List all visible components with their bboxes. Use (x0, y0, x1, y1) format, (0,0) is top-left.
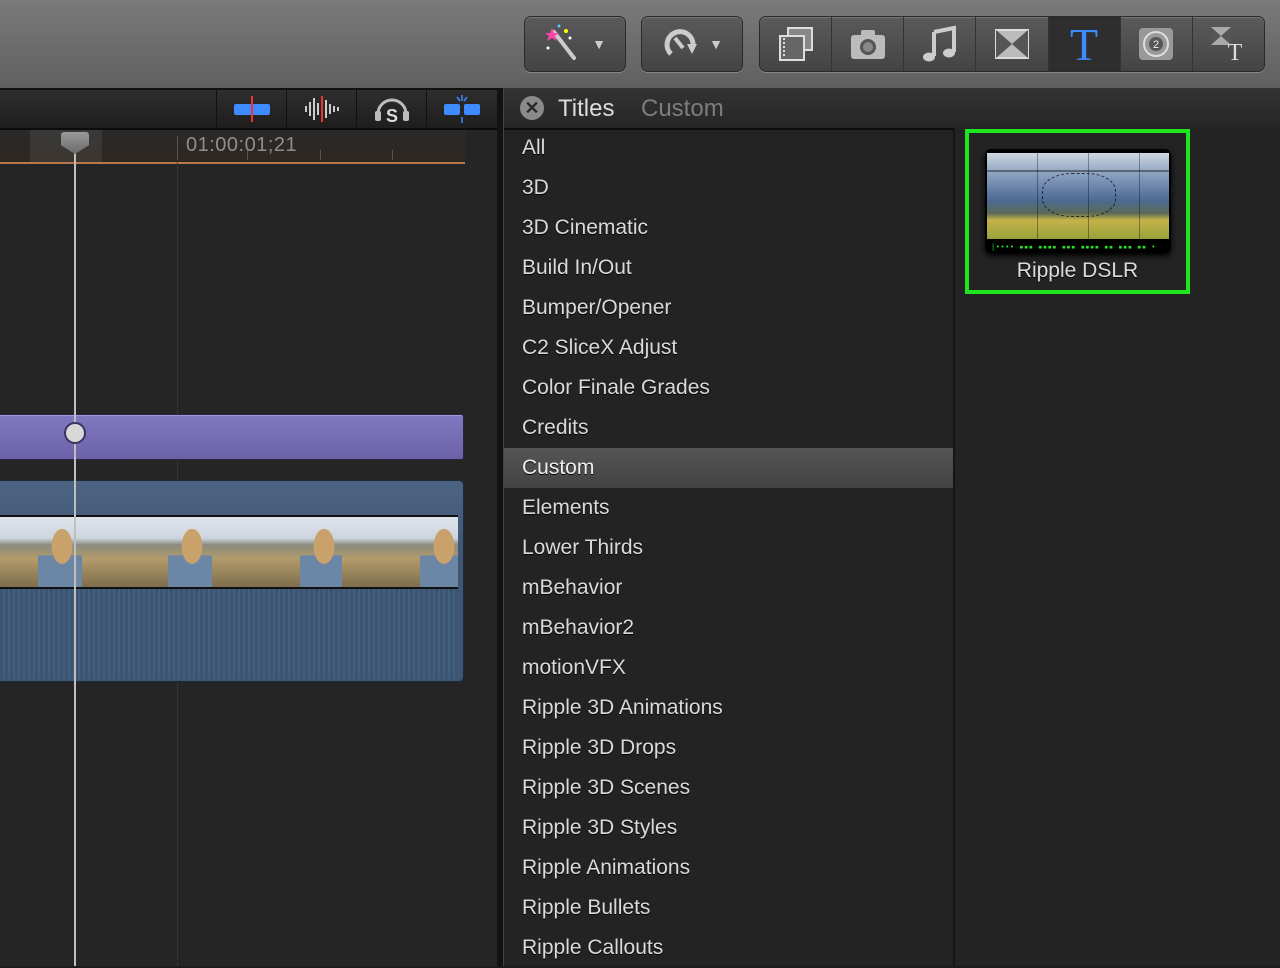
browser-breadcrumb: Custom (641, 95, 724, 122)
title-item-ripple-dslr[interactable]: |•••• ▪▪▪ ▪▪▪▪ ▪▪▪ ▪▪▪▪ ▪▪ ▪▪▪ ▪▪ • Ripp… (965, 129, 1190, 294)
filmstrip-frame (82, 517, 148, 587)
retime-group: ▼ (641, 16, 743, 72)
category-item[interactable]: C2 SliceX Adjust (504, 328, 953, 368)
video-filmstrip (0, 515, 458, 589)
ruler-tick (177, 136, 178, 160)
category-item[interactable]: 3D (504, 168, 953, 208)
audio-waveform (0, 589, 458, 679)
thumbnail-image (987, 153, 1169, 239)
focus-target-graphic (1042, 173, 1116, 217)
snapping-toggle[interactable] (426, 90, 497, 128)
browser-title: Titles (558, 95, 615, 122)
titles-browser-button[interactable]: T (1048, 17, 1121, 71)
playhead-line[interactable] (74, 150, 76, 966)
svg-text:T: T (1070, 22, 1098, 66)
transitions-browser-button[interactable] (976, 17, 1049, 71)
title-item-label: Ripple DSLR (1016, 259, 1139, 282)
music-browser-button[interactable] (904, 17, 977, 71)
category-item[interactable]: All (504, 128, 953, 168)
enhance-group: ▼ (524, 16, 626, 72)
transitions-browser-icon (994, 29, 1029, 59)
category-item[interactable]: Ripple 3D Drops (504, 728, 953, 768)
media-browser-button[interactable] (760, 17, 833, 71)
category-item[interactable]: Lower Thirds (504, 528, 953, 568)
enhance-button[interactable]: ▼ (525, 17, 625, 71)
audio-skimming-icon (305, 96, 339, 122)
ruler-timecode: 01:00:01;21 (186, 134, 298, 156)
top-toolbar: ▼ ▼ T 2 T (0, 0, 1280, 90)
audio-skimming-toggle[interactable] (286, 90, 357, 128)
filmstrip-frame (16, 517, 86, 587)
category-item[interactable]: Elements (504, 488, 953, 528)
skimming-icon (234, 96, 270, 122)
retime-button[interactable]: ▼ (642, 17, 742, 71)
filmstrip-frame (212, 517, 278, 587)
ruler-tick (392, 150, 393, 160)
browser-header: ✕ Titles Custom (504, 88, 1280, 130)
category-list: All 3D 3D Cinematic Build In/Out Bumper/Open… (504, 128, 955, 966)
solo-icon: S (375, 98, 409, 124)
enhance-menu-caret[interactable]: ▼ (592, 36, 606, 52)
solo-toggle[interactable]: S (356, 90, 427, 128)
generators-browser-icon: 2 (1139, 28, 1174, 60)
category-item[interactable]: motionVFX (504, 648, 953, 688)
timeline-panel: S 01:00:01;21 (0, 90, 497, 966)
category-item[interactable]: Ripple Callouts (504, 928, 953, 968)
generators-browser-button[interactable]: 2 (1121, 17, 1193, 71)
timeline-header: S (0, 90, 497, 130)
media-browser-icon (778, 27, 813, 61)
category-item[interactable]: Ripple 3D Styles (504, 808, 953, 848)
skimming-toggle[interactable] (216, 90, 287, 128)
close-icon[interactable]: ✕ (520, 96, 544, 120)
retime-menu-caret[interactable]: ▼ (709, 36, 723, 52)
filmstrip-frame (278, 517, 348, 587)
magic-wand-icon (545, 24, 577, 60)
category-item[interactable]: Ripple 3D Animations (504, 688, 953, 728)
category-item[interactable]: Credits (504, 408, 953, 448)
svg-text:T: T (1228, 40, 1243, 64)
themes-browser-button[interactable]: T (1193, 17, 1264, 71)
thumbnail-ticker: |•••• ▪▪▪ ▪▪▪▪ ▪▪▪ ▪▪▪▪ ▪▪ ▪▪▪ ▪▪ • (991, 243, 1157, 251)
category-item[interactable]: Ripple 3D Scenes (504, 768, 953, 808)
category-item[interactable]: Custom (504, 448, 953, 488)
filmstrip-frame (408, 517, 458, 587)
title-thumbnails: |•••• ▪▪▪ ▪▪▪▪ ▪▪▪ ▪▪▪▪ ▪▪ ▪▪▪ ▪▪ • Ripp… (955, 128, 1280, 966)
category-item[interactable]: Color Finale Grades (504, 368, 953, 408)
category-item[interactable]: mBehavior (504, 568, 953, 608)
category-item[interactable]: mBehavior2 (504, 608, 953, 648)
themes-browser-icon: T (1211, 27, 1243, 64)
category-item[interactable]: Ripple Animations (504, 848, 953, 888)
svg-text:S: S (386, 106, 398, 124)
category-item[interactable]: 3D Cinematic (504, 208, 953, 248)
filmstrip-frame (148, 517, 216, 587)
filmstrip-frame (0, 517, 16, 587)
titles-browser: ✕ Titles Custom All 3D 3D Cinematic Build I… (503, 88, 1280, 966)
ruler-tick (320, 150, 321, 160)
filmstrip-frame (342, 517, 408, 587)
titles-browser-icon: T (1070, 22, 1098, 66)
photo-browser-button[interactable] (832, 17, 905, 71)
photo-browser-icon (850, 30, 885, 59)
video-clip[interactable] (0, 480, 464, 682)
snapping-icon (444, 95, 480, 123)
category-item[interactable]: Ripple Bullets (504, 888, 953, 928)
category-item[interactable]: Bumper/Opener (504, 288, 953, 328)
retime-icon (664, 29, 698, 56)
title-thumbnail: |•••• ▪▪▪ ▪▪▪▪ ▪▪▪ ▪▪▪▪ ▪▪ ▪▪▪ ▪▪ • (985, 149, 1171, 253)
category-item[interactable]: Build In/Out (504, 248, 953, 288)
svg-text:2: 2 (1153, 39, 1159, 51)
browser-buttons-group: T 2 T (759, 16, 1265, 72)
keyframe-handle[interactable] (64, 422, 86, 444)
music-browser-icon (922, 25, 956, 62)
